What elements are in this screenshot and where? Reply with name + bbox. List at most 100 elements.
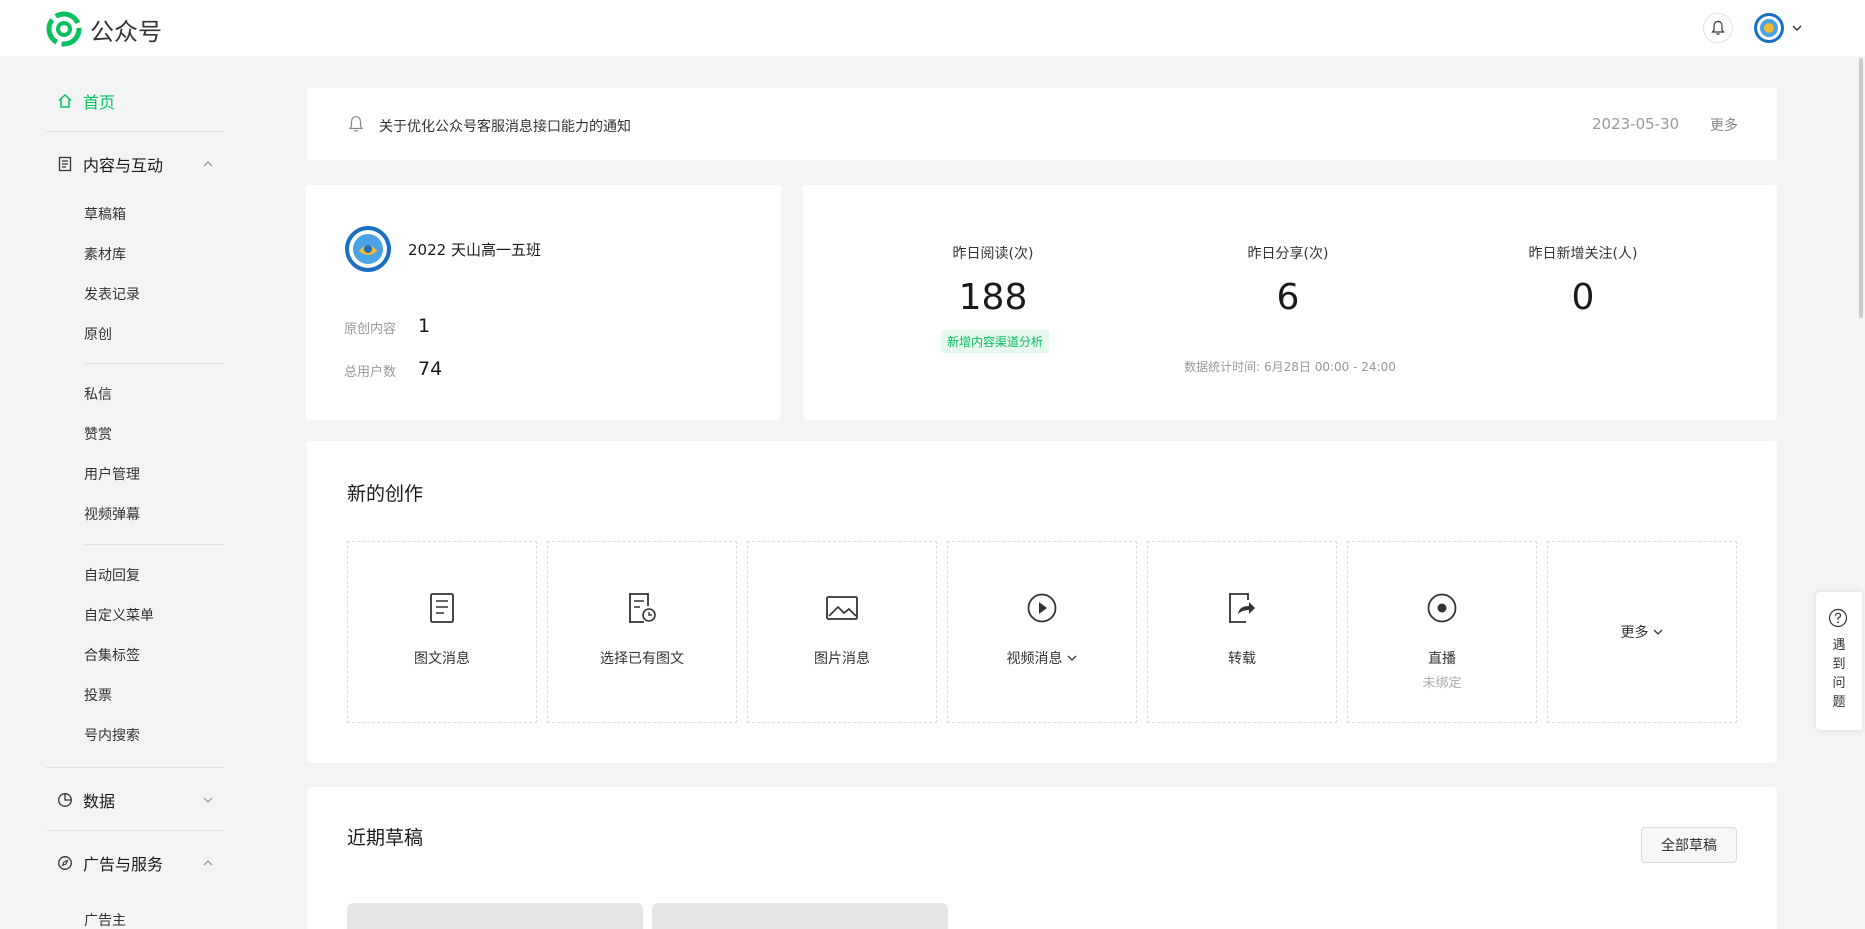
sidebar-item-custom-menu[interactable]: 自定义菜单 bbox=[84, 605, 154, 625]
original-content-value[interactable]: 1 bbox=[418, 315, 430, 337]
help-text: 遇到问题 bbox=[1816, 636, 1862, 712]
article-icon bbox=[430, 593, 454, 623]
sidebar-item-reward[interactable]: 赞赏 bbox=[84, 424, 112, 444]
compass-icon bbox=[57, 855, 73, 871]
stats-time-note: 数据统计时间: 6月28日 00:00 - 24:00 bbox=[1184, 360, 1396, 374]
sidebar-item-advertiser[interactable]: 广告主 bbox=[84, 910, 126, 929]
account-card: 2022 天山高一五班 原创内容 1 总用户数 74 bbox=[306, 185, 781, 420]
live-icon bbox=[1427, 593, 1457, 623]
stat-label: 昨日阅读(次) bbox=[952, 246, 1034, 262]
divider bbox=[84, 363, 224, 364]
home-icon bbox=[58, 93, 72, 108]
sidebar-item-publish-records[interactable]: 发表记录 bbox=[84, 284, 140, 304]
stat-label: 昨日新增关注(人) bbox=[1528, 246, 1638, 262]
divider bbox=[84, 544, 224, 545]
bell-icon bbox=[348, 116, 364, 132]
sidebar-item-messages[interactable]: 私信 bbox=[84, 384, 112, 404]
notice-date: 2023-05-30 bbox=[1592, 115, 1680, 133]
account-name[interactable]: 2022 天山高一五班 bbox=[408, 239, 541, 260]
tile-label-text: 更多 bbox=[1620, 625, 1649, 641]
channel-analysis-link[interactable]: 新增内容渠道分析 bbox=[941, 330, 1050, 353]
draft-thumbnail[interactable] bbox=[347, 903, 643, 929]
sidebar-item-home[interactable]: 首页 bbox=[57, 89, 115, 113]
repost-icon bbox=[1229, 593, 1255, 623]
divider bbox=[46, 131, 224, 132]
sidebar-item-materials[interactable]: 素材库 bbox=[84, 244, 126, 264]
drafts-title: 近期草稿 bbox=[347, 827, 424, 849]
tile-label: 图文消息 bbox=[414, 651, 470, 667]
original-content-label: 原创内容 bbox=[344, 322, 397, 337]
stats-card: 昨日阅读(次) 188 昨日分享(次) 6 昨日新增关注(人) 0 新增内容渠道… bbox=[803, 185, 1777, 420]
sidebar-section-content[interactable]: 内容与互动 bbox=[57, 152, 215, 176]
sidebar-item-original[interactable]: 原创 bbox=[84, 324, 112, 344]
tile-label: 视频消息 bbox=[948, 648, 1136, 668]
scrollbar-thumb[interactable] bbox=[1859, 58, 1863, 318]
tile-label: 选择已有图文 bbox=[600, 651, 684, 667]
image-icon bbox=[826, 596, 858, 620]
create-repost-tile[interactable]: 转载 bbox=[1147, 541, 1337, 723]
help-label: 遇到问题 bbox=[1832, 638, 1846, 710]
sidebar-section-label: 广告与服务 bbox=[83, 855, 164, 874]
notice-card: 关于优化公众号客服消息接口能力的通知 2023-05-30 更多 bbox=[307, 88, 1777, 160]
logo[interactable]: 公众号 bbox=[46, 11, 162, 47]
chevron-up-icon bbox=[201, 157, 215, 171]
sidebar-section-label: 内容与互动 bbox=[83, 156, 164, 175]
stat-value: 188 bbox=[958, 277, 1028, 318]
logo-icon bbox=[46, 11, 82, 47]
notice-more-link[interactable]: 更多 bbox=[1710, 115, 1738, 135]
app-name: 公众号 bbox=[90, 17, 162, 46]
tile-label: 更多 bbox=[1548, 622, 1736, 642]
divider bbox=[46, 830, 224, 831]
stat-shares[interactable]: 昨日分享(次) 6 bbox=[1178, 243, 1398, 318]
drafts-card: 近期草稿 全部草稿 bbox=[307, 787, 1777, 929]
document-icon bbox=[57, 156, 73, 172]
sidebar-item-auto-reply[interactable]: 自动回复 bbox=[84, 565, 140, 585]
stat-value: 6 bbox=[1276, 277, 1300, 318]
question-icon bbox=[1828, 608, 1848, 628]
stat-label: 昨日分享(次) bbox=[1247, 246, 1329, 262]
chevron-down-icon bbox=[1653, 629, 1662, 635]
notice-link[interactable]: 关于优化公众号客服消息接口能力的通知 bbox=[379, 116, 631, 136]
sidebar-item-drafts[interactable]: 草稿箱 bbox=[84, 204, 126, 224]
create-card: 新的创作 图文消息 选择已有图文 图片消息 视频消息 转载 直播 未绑定 更多 bbox=[307, 441, 1777, 763]
existing-article-icon bbox=[629, 593, 656, 623]
draft-thumbnail[interactable] bbox=[652, 903, 948, 929]
sidebar-item-label: 首页 bbox=[83, 93, 116, 112]
sidebar-item-search[interactable]: 号内搜索 bbox=[84, 725, 140, 745]
create-video-tile[interactable]: 视频消息 bbox=[947, 541, 1137, 723]
sidebar-section-ads[interactable]: 广告与服务 bbox=[57, 851, 215, 875]
stat-reads[interactable]: 昨日阅读(次) 188 bbox=[883, 243, 1103, 318]
total-users-value[interactable]: 74 bbox=[418, 358, 442, 380]
create-title: 新的创作 bbox=[347, 483, 424, 505]
video-play-icon bbox=[1027, 593, 1057, 623]
top-bar: 公众号 bbox=[0, 0, 1865, 56]
tile-label: 图片消息 bbox=[814, 651, 870, 667]
sidebar-section-label: 数据 bbox=[83, 792, 116, 811]
chevron-down-icon[interactable] bbox=[1791, 22, 1803, 34]
all-drafts-button[interactable]: 全部草稿 bbox=[1641, 827, 1737, 863]
tile-label: 直播 bbox=[1428, 651, 1456, 667]
create-live-tile[interactable]: 直播 未绑定 bbox=[1347, 541, 1537, 723]
sidebar-item-collection-tags[interactable]: 合集标签 bbox=[84, 645, 140, 665]
help-button[interactable]: 遇到问题 bbox=[1816, 592, 1862, 730]
create-existing-article-tile[interactable]: 选择已有图文 bbox=[547, 541, 737, 723]
account-avatar[interactable] bbox=[344, 225, 392, 273]
tile-label: 转载 bbox=[1228, 651, 1256, 667]
create-image-tile[interactable]: 图片消息 bbox=[747, 541, 937, 723]
divider bbox=[46, 767, 224, 768]
pie-chart-icon bbox=[57, 792, 73, 808]
bell-icon bbox=[1711, 20, 1725, 35]
create-article-tile[interactable]: 图文消息 bbox=[347, 541, 537, 723]
tile-label-text: 视频消息 bbox=[1006, 651, 1063, 667]
create-more-tile[interactable]: 更多 bbox=[1547, 541, 1737, 723]
sidebar-item-video-danmaku[interactable]: 视频弹幕 bbox=[84, 504, 140, 524]
chevron-down-icon bbox=[201, 793, 215, 807]
stat-new-follows[interactable]: 昨日新增关注(人) 0 bbox=[1473, 243, 1693, 318]
account-avatar[interactable] bbox=[1753, 12, 1785, 44]
stat-value: 0 bbox=[1571, 277, 1595, 318]
sidebar-item-vote[interactable]: 投票 bbox=[84, 685, 112, 705]
chevron-up-icon bbox=[201, 856, 215, 870]
notification-button[interactable] bbox=[1703, 13, 1733, 43]
sidebar-item-user-management[interactable]: 用户管理 bbox=[84, 464, 140, 484]
sidebar-section-data[interactable]: 数据 bbox=[57, 788, 215, 812]
